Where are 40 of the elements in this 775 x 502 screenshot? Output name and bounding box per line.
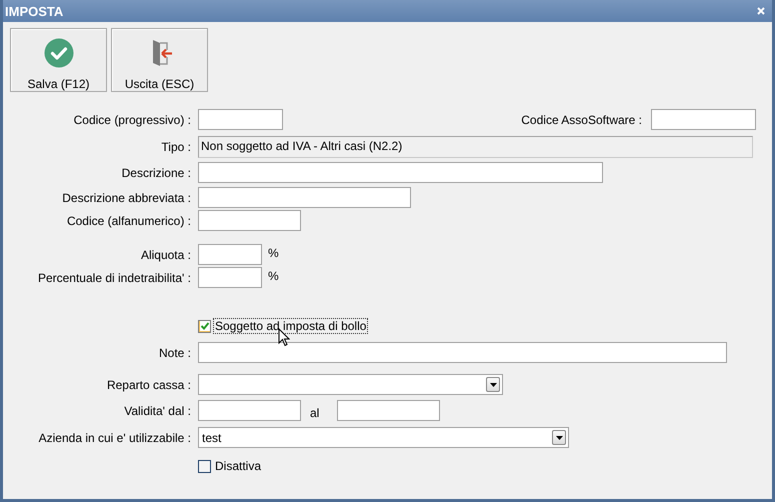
input-field[interactable]: [198, 342, 727, 363]
close-icon[interactable]: [757, 7, 765, 15]
date-field[interactable]: [337, 400, 440, 421]
field-label: Codice AssoSoftware :: [521, 112, 642, 126]
dropdown-field[interactable]: [198, 374, 503, 395]
window-title: IMPOSTA: [5, 4, 64, 18]
field-label: Note :: [158, 346, 192, 360]
field-label: Codice (progressivo) :: [72, 112, 192, 126]
input-field[interactable]: [651, 109, 756, 130]
date-field[interactable]: [198, 400, 301, 421]
input-field[interactable]: [198, 244, 262, 265]
checkmark-icon: [44, 38, 74, 68]
field-label: Azienda in cui e' utilizzabile :: [38, 430, 192, 444]
checkbox[interactable]: [198, 320, 211, 332]
caret-icon: [556, 436, 562, 440]
field-label: Tipo :: [160, 140, 192, 154]
field-label: Validita' dal :: [123, 404, 192, 418]
checkbox-label[interactable]: Disattiva: [213, 458, 264, 474]
input-field[interactable]: [198, 109, 283, 130]
dropdown-field[interactable]: test: [198, 427, 569, 448]
save-button[interactable]: Salva (F12): [10, 28, 107, 92]
input-field[interactable]: [198, 210, 301, 231]
input-field[interactable]: [198, 162, 603, 183]
field-label: Codice (alfanumerico) :: [66, 214, 192, 228]
field-label: Aliquota :: [140, 248, 192, 262]
dropdown-button[interactable]: [552, 430, 566, 445]
readonly-field: Non soggetto ad IVA - Altri casi (N2.2): [198, 136, 753, 158]
dropdown-button[interactable]: [486, 377, 500, 392]
exit-button[interactable]: Uscita (ESC): [111, 28, 208, 92]
checkbox[interactable]: [198, 460, 211, 472]
unit-label: %: [268, 246, 279, 260]
caret-icon: [490, 382, 496, 386]
field-label: Descrizione :: [120, 166, 192, 180]
field-label: Descrizione abbreviata :: [61, 190, 192, 204]
unit-label: %: [268, 269, 279, 283]
field-label: Reparto cassa :: [106, 378, 192, 392]
field-label: Percentuale di indetraibilita' :: [36, 270, 192, 284]
input-field[interactable]: [198, 187, 411, 208]
input-field[interactable]: [198, 267, 262, 288]
field-label: al: [310, 406, 320, 420]
